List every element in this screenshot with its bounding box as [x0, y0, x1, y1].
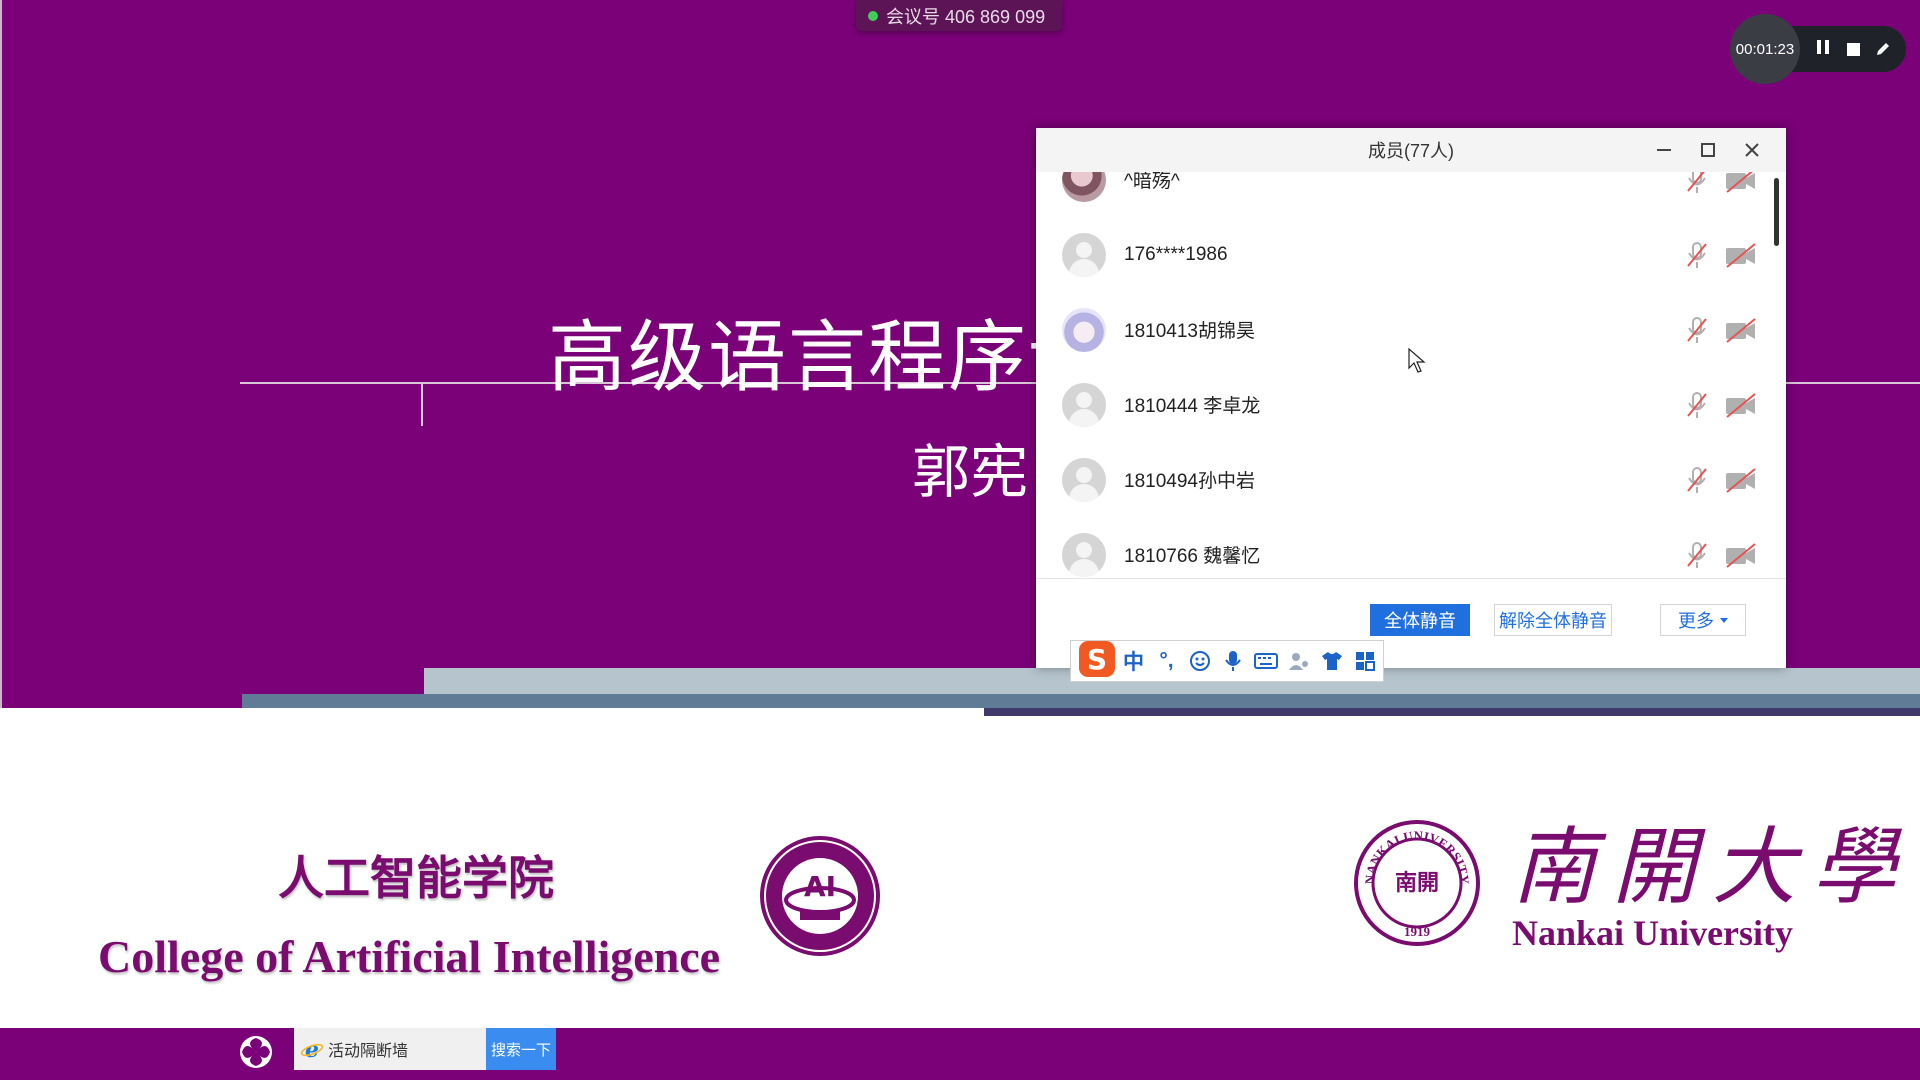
more-button-label: 更多	[1678, 611, 1714, 631]
member-name: 1810413胡锦昊	[1124, 321, 1255, 342]
minimize-button[interactable]	[1652, 138, 1676, 162]
college-name-cn: 人工智能学院	[278, 851, 554, 905]
ai-seal-text: AI	[804, 870, 836, 903]
member-row[interactable]: 1810766 魏馨忆	[1036, 517, 1776, 578]
camera-off-icon[interactable]	[1724, 540, 1758, 570]
member-list-divider	[1036, 578, 1786, 579]
default-avatar-icon	[1062, 232, 1106, 277]
nankai-seal-year: 1919	[1404, 924, 1431, 939]
member-row[interactable]: ^暗殇^	[1036, 172, 1776, 217]
ime-keyboard-button[interactable]	[1249, 644, 1282, 678]
svg-text:e: e	[305, 1037, 319, 1061]
member-row[interactable]: 176****1986	[1036, 217, 1776, 292]
unmute-all-button[interactable]: 解除全体静音	[1494, 604, 1612, 636]
avatar	[1062, 172, 1106, 202]
pause-button[interactable]	[1812, 38, 1834, 60]
footer-search-box[interactable]: e 活动隔断墙	[294, 1028, 486, 1070]
more-button[interactable]: 更多	[1660, 604, 1746, 636]
user-icon	[1288, 653, 1308, 670]
ime-skin-button[interactable]	[1315, 644, 1348, 678]
emoji-icon	[1189, 651, 1210, 671]
mic-muted-icon[interactable]	[1684, 465, 1710, 495]
slide-footer-bar	[0, 1028, 1920, 1080]
college-name-en: College of Artificial Intelligence	[98, 931, 721, 982]
close-icon	[1745, 143, 1759, 157]
ai-college-seal-icon: AI	[760, 836, 880, 956]
camera-off-icon[interactable]	[1724, 172, 1758, 195]
member-list[interactable]: ^暗殇^ 176****1986 1810413胡锦昊 1810444 李卓龙 1810…	[1036, 172, 1786, 578]
university-name-en: Nankai University	[1512, 913, 1794, 953]
sogou-logo-icon[interactable]: S	[1077, 639, 1117, 679]
nankai-seal-center-text: 南開	[1395, 870, 1439, 896]
member-name: 1810494孙中岩	[1124, 471, 1255, 492]
avatar	[1062, 307, 1106, 352]
pause-icon	[1815, 39, 1831, 59]
mic-muted-icon[interactable]	[1684, 540, 1710, 570]
ime-punctuation-toggle[interactable]: °,	[1150, 644, 1183, 678]
mic-muted-icon[interactable]	[1684, 172, 1710, 195]
camera-off-icon[interactable]	[1724, 240, 1758, 270]
university-name-cn: 南開大學	[1512, 818, 1913, 916]
recording-timer: 00:01:23	[1730, 14, 1800, 84]
meeting-id-chip[interactable]: 会议号 406 869 099	[856, 0, 1062, 31]
toolbox-icon	[1355, 652, 1375, 671]
minimize-icon	[1657, 149, 1671, 151]
member-row[interactable]: 1810444 李卓龙	[1036, 367, 1776, 442]
mic-muted-icon[interactable]	[1684, 390, 1710, 420]
connection-status-icon	[868, 10, 878, 21]
member-name: 1810766 魏馨忆	[1124, 546, 1261, 567]
member-name: 1810444 李卓龙	[1124, 396, 1261, 417]
default-avatar-icon	[1062, 457, 1106, 502]
meeting-id-label: 会议号 406 869 099	[886, 6, 1046, 27]
footer-search-query: 活动隔断墙	[328, 1043, 409, 1060]
mic-muted-icon[interactable]	[1684, 240, 1710, 270]
ime-emoji-button[interactable]	[1183, 644, 1216, 678]
microphone-icon	[1224, 651, 1241, 671]
ime-user-button[interactable]	[1282, 644, 1315, 678]
ie-icon: e	[300, 1037, 324, 1061]
camera-off-icon[interactable]	[1724, 315, 1758, 345]
skin-icon	[1321, 652, 1342, 670]
stop-button[interactable]	[1842, 38, 1864, 60]
members-panel: 成员(77人) ^暗殇^ 176****1986 1810413胡锦昊 1810444…	[1036, 128, 1786, 668]
camera-off-icon[interactable]	[1724, 465, 1758, 495]
annotate-button[interactable]	[1872, 38, 1894, 60]
member-row[interactable]: 1810494孙中岩	[1036, 442, 1776, 517]
title-tick-line	[421, 384, 423, 426]
chevron-down-icon	[1720, 617, 1728, 623]
member-name: 176****1986	[1124, 243, 1228, 265]
stop-icon	[1846, 42, 1860, 56]
member-list-scrollbar[interactable]	[1774, 178, 1779, 246]
close-button[interactable]	[1740, 138, 1764, 162]
footer-search-button[interactable]: 搜索一下	[486, 1028, 556, 1070]
slide-band-mid	[242, 694, 1920, 708]
keyboard-icon	[1253, 653, 1278, 669]
slide-title: 高级语言程序设	[548, 313, 1109, 403]
nankai-seal-icon: NANKAI UNIVERSITY 南開 1919	[1354, 820, 1480, 946]
ime-mode-toggle[interactable]: 中	[1117, 644, 1150, 678]
mic-muted-icon[interactable]	[1684, 315, 1710, 345]
mouse-cursor-icon	[1408, 348, 1426, 373]
mute-all-button[interactable]: 全体静音	[1370, 604, 1470, 636]
ime-voice-button[interactable]	[1216, 644, 1249, 678]
browser-logo-icon[interactable]	[238, 1034, 274, 1070]
maximize-button[interactable]	[1696, 138, 1720, 162]
svg-text:S: S	[1087, 643, 1107, 676]
default-avatar-icon	[1062, 532, 1106, 577]
slide-author: 郭宪	[912, 438, 1029, 506]
pencil-icon	[1877, 43, 1889, 55]
ime-toolbar: S 中 °,	[1070, 640, 1384, 682]
slide-band-dark	[984, 708, 1920, 716]
member-name: ^暗殇^	[1124, 172, 1180, 192]
camera-off-icon[interactable]	[1724, 390, 1758, 420]
maximize-icon	[1701, 143, 1715, 157]
ime-toolbox-button[interactable]	[1348, 644, 1381, 678]
member-row[interactable]: 1810413胡锦昊	[1036, 292, 1776, 367]
default-avatar-icon	[1062, 382, 1106, 427]
slide-left-edge	[0, 0, 2, 708]
